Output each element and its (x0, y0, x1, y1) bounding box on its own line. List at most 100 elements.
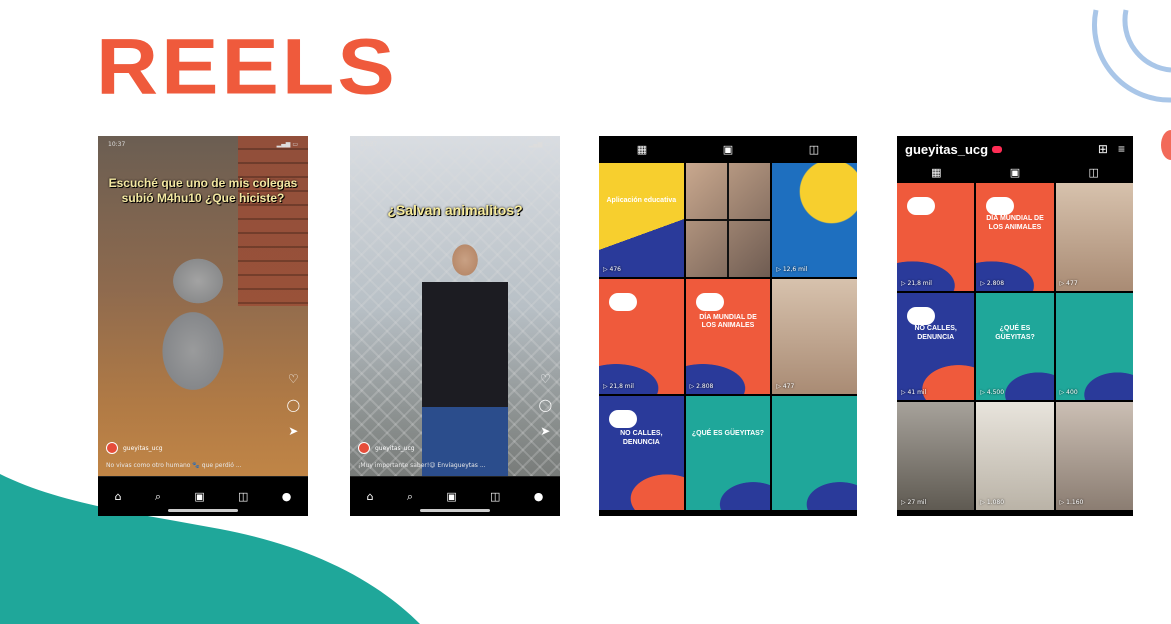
view-count: ▷ 2.808 (689, 382, 714, 390)
view-count: ▷ 4.500 (980, 389, 1005, 397)
profile-header: gueyitas_ucg ⊞ ≡ (897, 136, 1133, 162)
slide-title: REELS (96, 22, 398, 112)
profile-tabs: ▦ ▣ ◫ (599, 136, 857, 162)
comment-icon[interactable]: ◯ (287, 398, 300, 412)
view-count: ▷ 21,8 mil (603, 382, 634, 390)
cloud-shape (609, 409, 637, 428)
menu-icon[interactable]: ≡ (1118, 142, 1125, 156)
grid-tile[interactable] (772, 395, 857, 510)
reels-tab-icon[interactable]: ▣ (1010, 166, 1020, 179)
tagged-tab-icon[interactable]: ◫ (809, 143, 819, 156)
reel-screenshot-cat: 10:37 ▂▄▆ ▭ Escuché que uno de mis colega… (98, 136, 308, 516)
reels-icon[interactable]: ▣ (194, 490, 204, 503)
reel-description: ¡Muy importante saber!😉 Envíagueytas ... (358, 462, 486, 469)
cloud-shape (695, 293, 724, 312)
profile-icon[interactable]: ● (534, 490, 544, 503)
status-bar: 10:37 ▂▄▆ ▭ (108, 141, 298, 148)
person-figure (422, 232, 508, 492)
heart-icon[interactable]: ♡ (540, 372, 551, 386)
profile-tabs: ▦ ▣ ◫ (897, 162, 1133, 182)
add-post-icon[interactable]: ⊞ (1098, 142, 1108, 156)
grid-tile[interactable] (685, 163, 771, 278)
decorative-dot (1161, 130, 1171, 160)
notification-badge (992, 145, 1003, 153)
author-name: gueyitas_ucg (375, 444, 415, 452)
home-icon[interactable]: ⌂ (115, 490, 122, 503)
heart-icon[interactable]: ♡ (288, 372, 299, 386)
view-count: ▷ 2.808 (980, 279, 1005, 287)
tagged-tab-icon[interactable]: ◫ (1088, 166, 1098, 179)
reels-tab-icon[interactable]: ▣ (723, 143, 733, 156)
tile-label: NO CALLES, DENUNCIA (914, 324, 957, 341)
author-name: gueyitas_ucg (123, 444, 163, 452)
grid-tile[interactable]: ▷ 27 mil (897, 402, 975, 510)
grid-tile[interactable]: DÍA MUNDIAL DE LOS ANIMALES ▷ 2.808 (976, 183, 1054, 291)
tile-label: ¿QUÉ ES GÜEYITAS? (691, 429, 765, 437)
reel-actions: ♡ ◯ ➤ (539, 372, 552, 438)
profile-grid: ▷ 21,8 mil DÍA MUNDIAL DE LOS ANIMALES ▷ 2… (897, 183, 1133, 510)
view-count: ▷ 477 (776, 382, 795, 390)
reel-actions: ♡ ◯ ➤ (287, 372, 300, 438)
profile-icon[interactable]: ● (282, 490, 292, 503)
view-count: ▷ 41 mil (901, 389, 927, 397)
view-count: ▷ 21,8 mil (901, 279, 932, 287)
grid-tile[interactable]: Aplicación educativa ▷ 476 (599, 163, 684, 278)
profile-grid-screenshot: gueyitas_ucg ⊞ ≡ ▦ ▣ ◫ ▷ 21,8 mil DÍA MUN… (897, 136, 1133, 516)
view-count: ▷ 27 mil (901, 498, 927, 506)
view-count: ▷ 476 (603, 266, 621, 274)
view-count: ▷ 400 (1059, 389, 1078, 397)
avatar (106, 442, 118, 454)
cloud-shape (986, 197, 1015, 215)
grid-tab-icon[interactable]: ▦ (637, 143, 647, 156)
comment-icon[interactable]: ◯ (539, 398, 552, 412)
cloud-shape (609, 293, 637, 312)
tile-label: DÍA MUNDIAL DE LOS ANIMALES (986, 215, 1044, 232)
view-count: ▷ 1.080 (980, 498, 1005, 506)
reel-caption: ¿Salvan animalitos? (387, 202, 523, 218)
grid-tile[interactable]: ▷ 12,6 mil (772, 163, 857, 278)
home-indicator (420, 509, 490, 512)
reel-description: No vivas como otro humano 🐾 que perdió .… (106, 462, 242, 469)
grid-tile[interactable]: ¿QUÉ ES GÜEYITAS? (685, 395, 771, 510)
grid-tile[interactable]: ▷ 1.160 (1055, 402, 1133, 510)
grid-tile[interactable]: ▷ 1.080 (976, 402, 1054, 510)
reels-grid: Aplicación educativa ▷ 476 ▷ 12,6 mil ▷ 21,… (599, 163, 857, 510)
reel-author[interactable]: gueyitas_ucg (106, 442, 163, 454)
username-text: gueyitas_ucg (905, 141, 989, 157)
decorative-arcs (1091, 9, 1171, 103)
view-count: ▷ 477 (1059, 279, 1078, 287)
reels-icon[interactable]: ▣ (446, 490, 456, 503)
grid-tile[interactable]: ▷ 21,8 mil (599, 279, 684, 394)
tile-label: DÍA MUNDIAL DE LOS ANIMALES (699, 313, 757, 330)
reel-author[interactable]: gueyitas_ucg (358, 442, 415, 454)
reels-grid-screenshot: ▦ ▣ ◫ Aplicación educativa ▷ 476 ▷ 12,6 mi… (599, 136, 857, 516)
avatar (358, 442, 370, 454)
status-bar: 10:37 ▂▄▆ ▭ (360, 141, 550, 148)
grid-tile[interactable]: ▷ 477 (1055, 183, 1133, 291)
reel-caption: Escuché que uno de mis colegas subió M4h… (108, 176, 298, 205)
grid-tile[interactable]: DÍA MUNDIAL DE LOS ANIMALES ▷ 2.808 (685, 279, 771, 394)
share-icon[interactable]: ➤ (540, 424, 550, 438)
grid-tile[interactable]: NO CALLES, DENUNCIA ▷ 41 mil (897, 292, 975, 401)
profile-username[interactable]: gueyitas_ucg (905, 141, 1003, 157)
shop-icon[interactable]: ◫ (490, 490, 500, 503)
grid-tile[interactable]: ¿QUÉ ES GÜEYITAS? ▷ 4.500 (976, 292, 1054, 401)
home-icon[interactable]: ⌂ (367, 490, 374, 503)
search-icon[interactable]: ⌕ (407, 490, 413, 504)
grid-tab-icon[interactable]: ▦ (931, 166, 941, 179)
view-count: ▷ 12,6 mil (776, 266, 808, 274)
shop-icon[interactable]: ◫ (238, 490, 248, 503)
grid-tile[interactable]: ▷ 477 (772, 279, 857, 394)
grid-tile[interactable]: NO CALLES, DENUNCIA (599, 395, 684, 510)
share-icon[interactable]: ➤ (288, 424, 298, 438)
reel-screenshot-person: 10:37 ▂▄▆ ▭ ¿Salvan animalitos? ♡ ◯ ➤ gue… (350, 136, 560, 516)
view-count: ▷ 1.160 (1059, 498, 1084, 506)
grid-tile[interactable]: ▷ 21,8 mil (897, 183, 975, 291)
grid-tile[interactable]: ▷ 400 (1055, 292, 1133, 401)
tile-label: NO CALLES, DENUNCIA (620, 429, 663, 446)
home-indicator (168, 509, 238, 512)
tile-label: ¿QUÉ ES GÜEYITAS? (995, 324, 1035, 341)
cloud-shape (907, 306, 935, 325)
profile-actions: ⊞ ≡ (1098, 142, 1125, 156)
search-icon[interactable]: ⌕ (155, 490, 161, 504)
